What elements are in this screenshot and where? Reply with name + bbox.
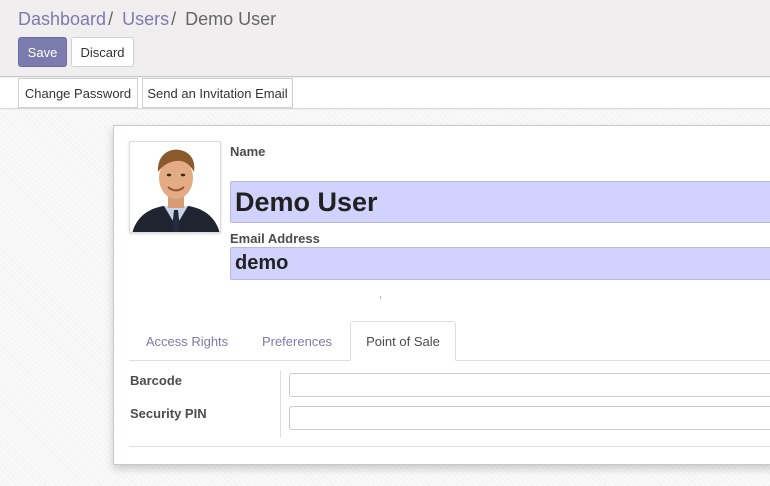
email-input[interactable]: demo [230,247,770,280]
field-group-separator [280,370,281,438]
divider-mark [380,296,381,299]
barcode-input[interactable] [289,373,770,397]
discard-button[interactable]: Discard [71,37,134,67]
breadcrumb-users[interactable]: Users [122,9,169,29]
breadcrumb-dashboard[interactable]: Dashboard [18,9,106,29]
security-pin-input[interactable] [289,406,770,430]
tab-preferences[interactable]: Preferences [246,321,348,361]
tab-point-of-sale[interactable]: Point of Sale [350,321,456,361]
breadcrumb: Dashboard / Users / Demo User [18,8,276,30]
tab-access-rights[interactable]: Access Rights [130,321,244,361]
change-password-button[interactable]: Change Password [18,78,138,108]
user-avatar-photo[interactable] [129,141,221,233]
avatar-image-icon [130,142,220,232]
breadcrumb-current: Demo User [185,9,277,29]
send-invitation-button[interactable]: Send an Invitation Email [142,78,293,108]
breadcrumb-separator: / [108,9,114,29]
barcode-label: Barcode [130,373,183,388]
security-pin-label: Security PIN [130,406,207,421]
name-input[interactable]: Demo User [230,181,770,223]
save-button[interactable]: Save [18,37,67,67]
form-header: Change Password Send an Invitation Email [0,78,770,109]
breadcrumb-separator: / [171,9,177,29]
email-label: Email Address [230,231,320,246]
tab-content-bottom-border [129,446,770,447]
control-panel: Dashboard / Users / Demo User Save Discard [0,0,770,77]
name-label: Name [230,144,266,159]
